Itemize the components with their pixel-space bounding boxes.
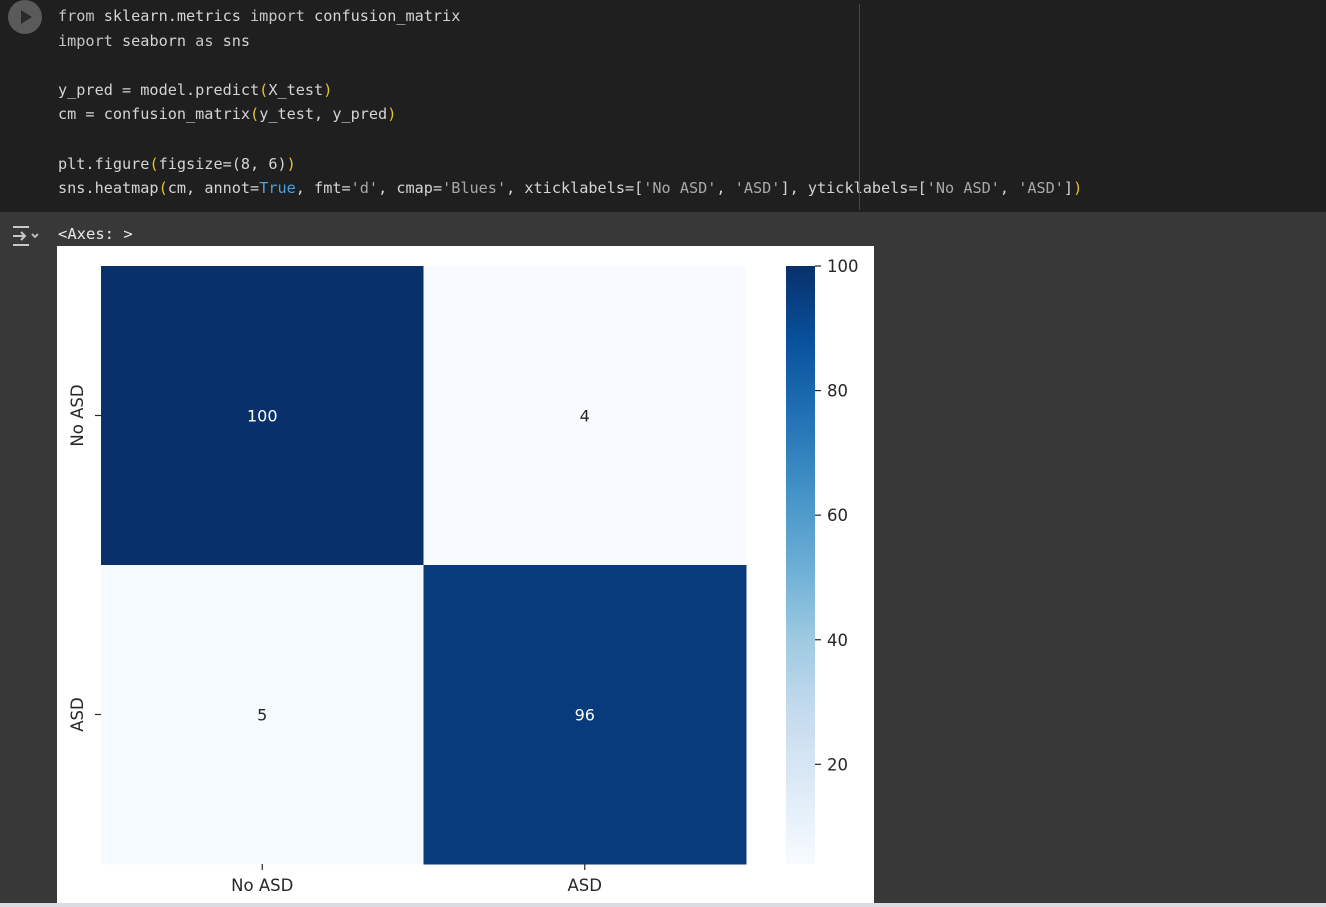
code-token: ( bbox=[259, 80, 269, 99]
code-token: sns bbox=[222, 31, 251, 50]
code-token: ) bbox=[286, 154, 296, 173]
notebook-cell: from sklearn.metrics import confusion_ma… bbox=[0, 0, 1326, 907]
code-token: y_test, y_pred bbox=[259, 105, 388, 124]
code-token: plt.figure bbox=[58, 154, 150, 173]
code-line[interactable] bbox=[58, 53, 1082, 78]
play-icon bbox=[21, 10, 32, 24]
code-token: ( bbox=[250, 105, 260, 124]
code-token: ( bbox=[149, 154, 159, 173]
code-token: ( bbox=[158, 179, 168, 198]
code-token: True bbox=[259, 179, 296, 198]
code-line[interactable]: plt.figure(figsize=(8, 6)) bbox=[58, 152, 1082, 177]
colorbar-tick-label: 100 bbox=[827, 257, 859, 276]
code-token: from bbox=[58, 7, 104, 25]
code-token: sns.heatmap bbox=[58, 179, 159, 198]
heatmap-chart: 100 4 5 96 No ASD ASD No ASD ASD 20 40 60 80 100 bbox=[68, 257, 859, 895]
cell-annotation: 4 bbox=[580, 407, 590, 426]
code-token: 'No ASD' bbox=[926, 179, 1000, 198]
code-lines[interactable]: from sklearn.metrics import confusion_ma… bbox=[58, 4, 1082, 201]
code-token: import bbox=[250, 7, 315, 25]
code-token: 'No ASD' bbox=[643, 179, 717, 198]
cell-annotation: 5 bbox=[257, 706, 267, 725]
code-token: import bbox=[58, 31, 123, 50]
code-token: 'ASD' bbox=[734, 179, 781, 198]
output-repr-text: <Axes: > bbox=[58, 225, 133, 243]
code-token: 'ASD' bbox=[1018, 179, 1064, 198]
y-tick-label: ASD bbox=[68, 697, 87, 731]
code-line[interactable]: y_pred = model.predict(X_test) bbox=[58, 78, 1082, 103]
output-toggle-button[interactable] bbox=[10, 223, 40, 249]
code-line[interactable]: import seaborn as sns bbox=[58, 29, 1082, 54]
code-token: ) bbox=[323, 80, 333, 99]
code-token: ] bbox=[1063, 179, 1074, 198]
code-line[interactable] bbox=[58, 127, 1082, 152]
cell-annotation: 96 bbox=[575, 706, 595, 725]
colorbar-tick-label: 40 bbox=[827, 631, 848, 650]
code-token: X_test bbox=[268, 80, 324, 99]
colorbar-tick-label: 60 bbox=[827, 506, 848, 525]
code-line[interactable]: from sklearn.metrics import confusion_ma… bbox=[58, 4, 1082, 29]
output-toggle-icon bbox=[13, 226, 39, 246]
code-token: as bbox=[195, 31, 223, 50]
line-length-ruler bbox=[859, 4, 860, 210]
code-token: ) bbox=[1073, 179, 1083, 198]
code-token: , xticklabels=[ bbox=[506, 179, 644, 198]
cell-output: <Axes: > 100 4 5 96 No ASD ASD No ASD AS… bbox=[0, 213, 1326, 903]
code-token: , bbox=[999, 179, 1019, 198]
code-token: 'Blues' bbox=[442, 179, 507, 198]
code-token: confusion_matrix bbox=[314, 7, 461, 25]
colorbar-tick-label: 80 bbox=[827, 382, 848, 401]
code-editor[interactable]: from sklearn.metrics import confusion_ma… bbox=[0, 0, 1326, 212]
colorbar bbox=[786, 266, 815, 864]
code-line[interactable]: cm = confusion_matrix(y_test, y_pred) bbox=[58, 102, 1082, 127]
x-tick-label: ASD bbox=[568, 876, 602, 895]
code-line[interactable]: sns.heatmap(cm, annot=True, fmt='d', cma… bbox=[58, 176, 1082, 201]
code-token: , bbox=[716, 179, 735, 198]
code-token: figsize=(8, 6) bbox=[158, 154, 287, 173]
x-tick-label: No ASD bbox=[231, 876, 293, 895]
bottom-border bbox=[0, 903, 1326, 907]
code-token: sklearn.metrics bbox=[103, 7, 251, 25]
heatmap-figure: 100 4 5 96 No ASD ASD No ASD ASD 20 40 60 80 100 bbox=[57, 246, 874, 903]
code-token: , fmt= bbox=[295, 179, 351, 198]
y-tick-label: No ASD bbox=[68, 384, 87, 446]
code-token: ], yticklabels=[ bbox=[780, 179, 927, 198]
code-token: , cmap= bbox=[378, 179, 443, 198]
code-token: y_pred = model.predict bbox=[58, 80, 260, 99]
colorbar-tick-label: 20 bbox=[827, 755, 848, 774]
code-token: ) bbox=[387, 105, 397, 124]
code-token: seaborn bbox=[122, 31, 196, 50]
code-token: cm, annot= bbox=[167, 179, 260, 198]
cell-annotation: 100 bbox=[247, 407, 278, 426]
run-cell-button[interactable] bbox=[8, 0, 42, 34]
code-token: 'd' bbox=[350, 179, 379, 198]
code-token: cm = confusion_matrix bbox=[58, 105, 251, 124]
